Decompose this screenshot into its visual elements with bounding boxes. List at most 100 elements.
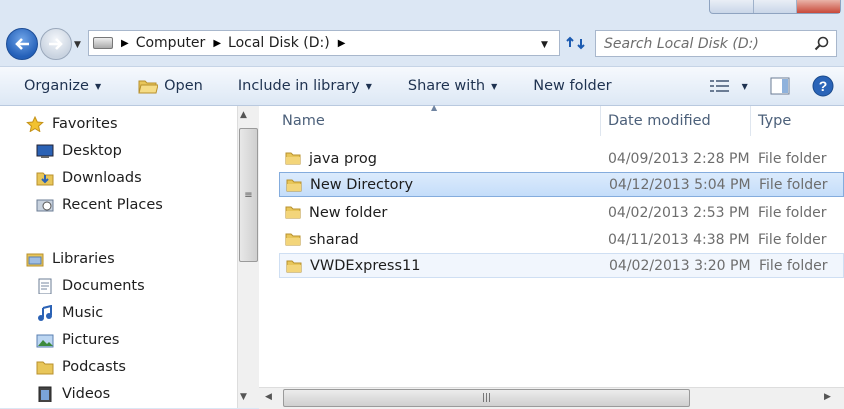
folder-icon [286,260,302,273]
column-header-type[interactable]: Type [758,106,791,136]
chevron-right-icon[interactable]: ▶ [121,38,129,49]
desktop-icon [36,144,54,158]
libraries-icon [26,253,44,267]
recent-places-icon [36,199,54,212]
nav-libraries[interactable]: Libraries [26,251,115,267]
chevron-down-icon: ▼ [365,81,372,91]
horizontal-scroll-thumb[interactable]: ||| [283,389,690,407]
change-view-button[interactable]: ▼ [709,67,748,105]
drive-icon [93,37,113,49]
nav-item-label: Documents [62,278,145,294]
nav-item-label: Pictures [62,332,120,348]
file-name: java prog [309,150,377,167]
nav-item-recent-places[interactable]: Recent Places [36,197,163,213]
preview-pane-button[interactable] [770,67,790,105]
folder-icon [285,206,301,219]
nav-item-label: Downloads [62,170,142,186]
scroll-up-arrow-icon[interactable]: ▲ [240,110,247,120]
nav-item-label: Recent Places [62,197,163,213]
breadcrumb-computer[interactable]: Computer [136,35,206,51]
chevron-down-icon: ▼ [491,81,498,91]
file-type: File folder [759,176,828,193]
nav-item-label: Podcasts [62,359,126,375]
organize-button[interactable]: Organize ▼ [24,67,101,105]
videos-icon [38,386,52,402]
nav-item-label: Videos [62,386,111,402]
folder-icon [286,179,302,192]
open-folder-icon [138,80,159,94]
window-controls [709,0,841,14]
scroll-left-arrow-icon[interactable]: ◀ [265,392,272,402]
share-with-button[interactable]: Share with ▼ [408,67,497,105]
folder-icon [285,233,301,246]
grip-icon: ||| [481,393,492,403]
nav-favorites[interactable]: Favorites [26,116,118,132]
file-date: 04/11/2013 4:38 PM [608,231,750,248]
navigation-scroll-thumb[interactable]: ≡ [239,128,258,262]
new-folder-button[interactable]: New folder [533,67,611,105]
downloads-folder-icon [36,172,54,186]
folder-icon [285,152,301,165]
recent-pages-dropdown[interactable]: ▼ [74,40,81,50]
file-row-sharad[interactable]: sharad 04/11/2013 4:38 PM File folder [279,227,844,252]
help-icon: ? [812,75,834,97]
back-button[interactable] [6,28,38,60]
forward-arrow-icon [49,38,63,50]
nav-item-music[interactable]: Music [36,305,103,321]
preview-pane-icon [770,77,790,95]
chevron-right-icon[interactable]: ▶ [338,38,346,49]
details-view-icon [709,80,729,92]
search-box[interactable]: Search Local Disk (D:) [595,30,837,57]
file-row-new-directory[interactable]: New Directory 04/12/2013 5:04 PM File fo… [279,172,844,197]
sort-ascending-icon: ▲ [431,103,438,112]
nav-item-downloads[interactable]: Downloads [36,170,142,186]
close-button[interactable] [796,0,841,13]
file-date: 04/09/2013 2:28 PM [608,150,750,167]
column-divider[interactable] [750,106,751,136]
nav-item-desktop[interactable]: Desktop [36,143,122,159]
file-row-vwdexpress11[interactable]: VWDExpress11 04/02/2013 3:20 PM File fol… [279,253,844,278]
search-input[interactable]: Search Local Disk (D:) [604,36,814,52]
podcasts-folder-icon [36,361,54,375]
scroll-down-arrow-icon[interactable]: ▼ [240,392,247,402]
scroll-right-arrow-icon[interactable]: ▶ [824,392,831,402]
breadcrumb-local-disk[interactable]: Local Disk (D:) [228,35,330,51]
file-date: 04/02/2013 2:53 PM [608,204,750,221]
file-type: File folder [758,150,827,167]
nav-item-videos[interactable]: Videos [36,386,110,402]
organize-label: Organize [24,78,89,94]
nav-libraries-label: Libraries [52,251,115,267]
help-button[interactable]: ? [812,67,834,105]
include-in-library-button[interactable]: Include in library ▼ [238,67,372,105]
address-bar[interactable]: ▶ Computer ▶ Local Disk (D:) ▶ [88,30,560,56]
pictures-icon [36,334,54,348]
search-icon[interactable] [814,36,836,52]
breadcrumb: ▶ Computer ▶ Local Disk (D:) ▶ [113,31,352,55]
nav-item-pictures[interactable]: Pictures [36,332,119,348]
column-header-date-modified[interactable]: Date modified [608,106,711,136]
file-row-java-prog[interactable]: java prog 04/09/2013 2:28 PM File folder [279,146,844,171]
file-type: File folder [758,204,827,221]
refresh-button[interactable] [562,30,590,56]
column-divider[interactable] [600,106,601,136]
file-name: sharad [309,231,359,248]
maximize-button[interactable] [752,0,797,13]
chevron-down-icon: ▼ [741,81,748,91]
address-dropdown[interactable]: ▼ [541,40,548,50]
nav-item-podcasts[interactable]: Podcasts [36,359,126,375]
music-note-icon [38,305,52,321]
file-name: New folder [309,204,388,221]
file-row-new-folder[interactable]: New folder 04/02/2013 2:53 PM File folde… [279,200,844,225]
back-arrow-icon [15,38,29,50]
forward-button[interactable] [40,28,72,60]
chevron-right-icon[interactable]: ▶ [213,38,221,49]
column-header-name[interactable]: Name [282,106,325,136]
minimize-button[interactable] [710,0,753,13]
file-name: New Directory [310,176,414,193]
nav-item-documents[interactable]: Documents [36,278,145,294]
svg-text:?: ? [818,78,827,94]
open-button[interactable]: Open [138,67,203,105]
nav-favorites-label: Favorites [52,116,118,132]
grip-icon: ≡ [244,189,253,201]
include-in-library-label: Include in library [237,78,360,94]
